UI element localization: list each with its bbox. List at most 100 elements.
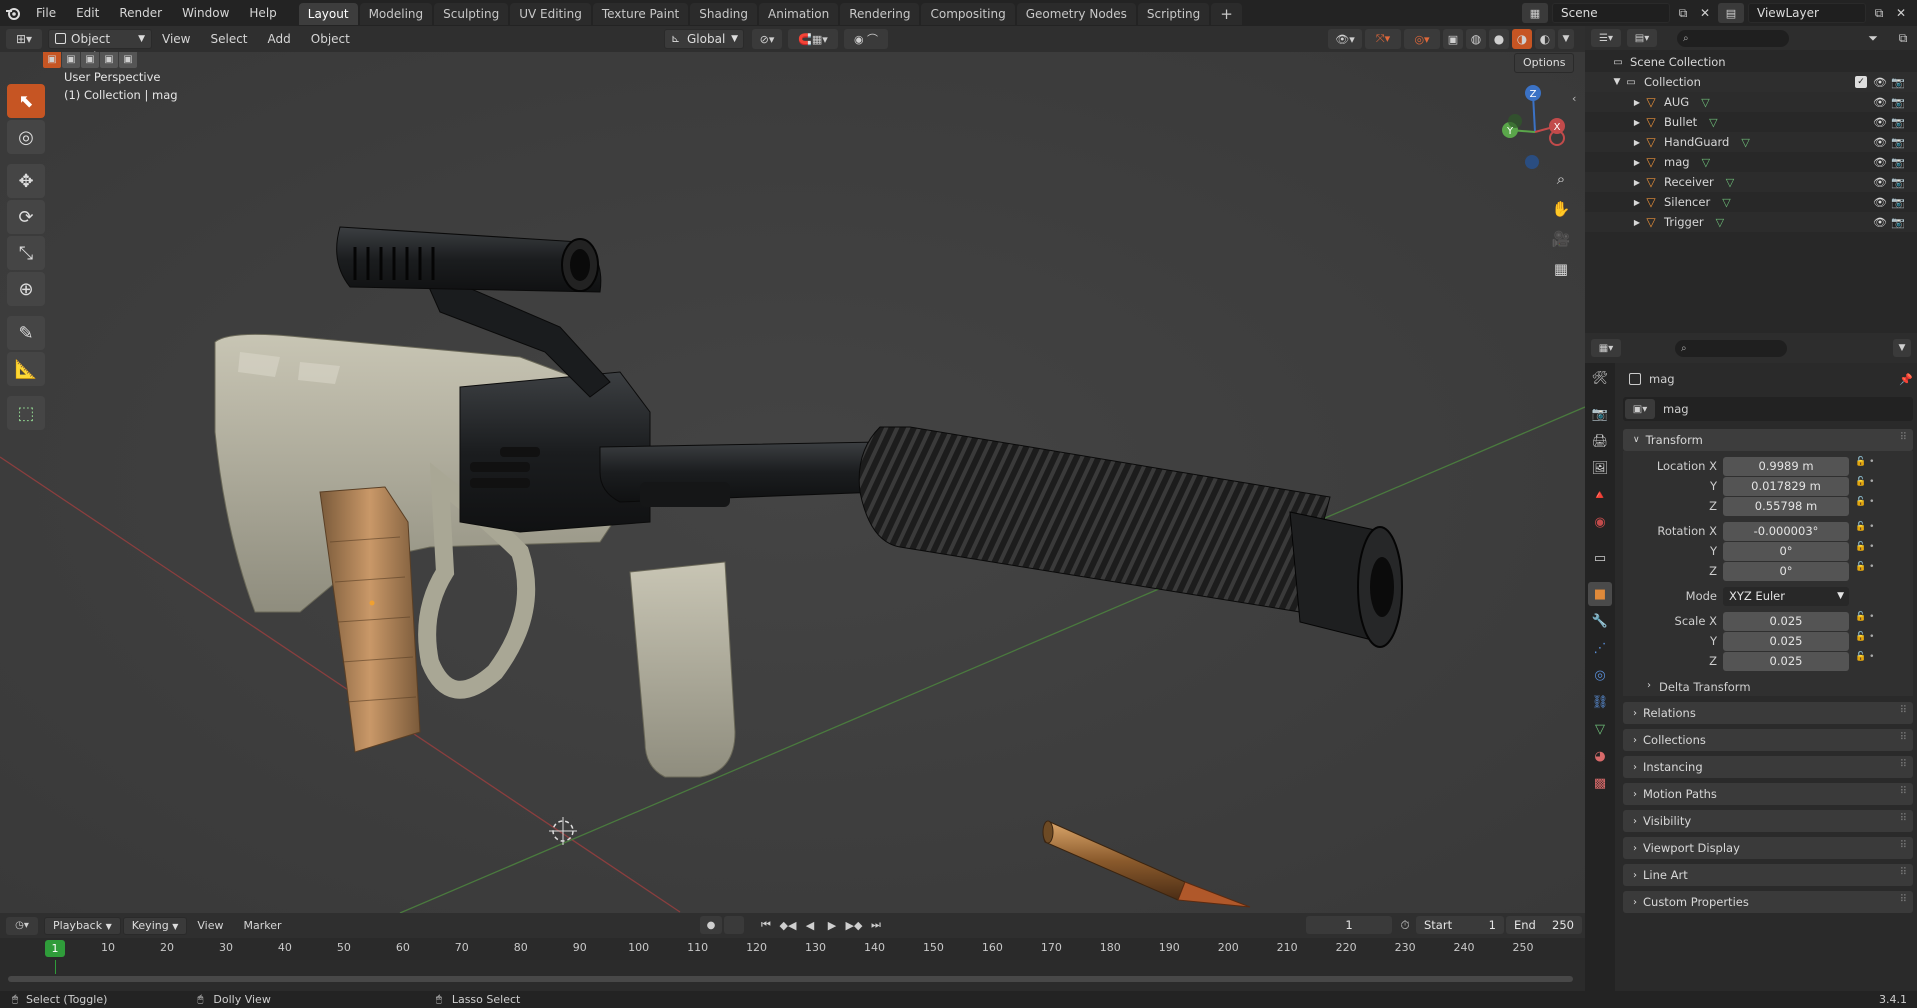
tool-tab-icon[interactable]: 🛠 bbox=[1588, 366, 1612, 390]
options-button[interactable]: Options bbox=[1514, 53, 1575, 73]
visibility-eye-icon[interactable]: 👁 bbox=[1873, 176, 1887, 189]
panel-header-line-art[interactable]: › Line Art ⠿ bbox=[1623, 864, 1913, 886]
end-frame-field[interactable]: End 250 bbox=[1506, 916, 1582, 934]
outliner-item-row[interactable]: ▶ ▽ HandGuard ▽ 👁 📷 bbox=[1585, 132, 1917, 152]
visibility-eye-icon[interactable]: 👁 bbox=[1873, 96, 1887, 109]
tab-shading[interactable]: Shading bbox=[690, 3, 757, 25]
rotation-y-field[interactable]: 0° bbox=[1723, 542, 1849, 561]
drag-handle-icon[interactable]: ⠿ bbox=[1900, 705, 1907, 716]
collection-checkbox-icon[interactable]: ✓ bbox=[1855, 76, 1867, 88]
render-tab-icon[interactable]: 📷 bbox=[1588, 402, 1612, 426]
outliner-item-row[interactable]: ▶ ▽ Receiver ▽ 👁 📷 bbox=[1585, 172, 1917, 192]
xray-toggle-icon[interactable]: ▣ bbox=[1443, 29, 1463, 49]
delta-transform-subpanel[interactable]: › Delta Transform bbox=[1647, 680, 1751, 694]
collapse-sidebar-icon[interactable]: ‹ bbox=[1572, 92, 1576, 105]
zoom-icon[interactable]: ⌕ bbox=[1548, 166, 1574, 192]
select-intersect-icon[interactable]: ▣ bbox=[119, 52, 137, 68]
rotation-mode-selector[interactable]: XYZ Euler ▼ bbox=[1723, 587, 1849, 606]
panel-header-motion-paths[interactable]: › Motion Paths ⠿ bbox=[1623, 783, 1913, 805]
expand-chevron-icon[interactable]: ▶ bbox=[1631, 138, 1643, 147]
jump-end-icon[interactable]: ⏭ bbox=[866, 916, 886, 934]
material-tab-icon[interactable]: ◕ bbox=[1588, 744, 1612, 768]
viewlayer-icon[interactable]: ▤ bbox=[1718, 3, 1744, 23]
render-camera-icon[interactable]: 📷 bbox=[1891, 116, 1905, 129]
move-tool-icon[interactable]: ✥ bbox=[7, 164, 45, 198]
drag-handle-icon[interactable]: ⠿ bbox=[1900, 894, 1907, 905]
select-invert-icon[interactable]: ▣ bbox=[100, 52, 118, 68]
snap-icon[interactable]: 🧲▦▾ bbox=[788, 29, 838, 49]
playhead-marker[interactable]: 1 bbox=[45, 940, 65, 957]
jump-next-keyframe-icon[interactable]: ▶◆ bbox=[844, 916, 864, 934]
mesh-data-icon[interactable]: ▽ bbox=[1702, 156, 1710, 169]
rotation-z-field[interactable]: 0° bbox=[1723, 562, 1849, 581]
pivot-point-icon[interactable]: ⊘▾ bbox=[752, 29, 782, 49]
visibility-eye-icon[interactable]: 👁 bbox=[1873, 216, 1887, 229]
drag-handle-icon[interactable]: ⠿ bbox=[1900, 840, 1907, 851]
mesh-data-icon[interactable]: ▽ bbox=[1722, 196, 1730, 209]
shading-material-icon[interactable]: ◑ bbox=[1512, 29, 1532, 49]
timeline-view-menu[interactable]: View bbox=[187, 913, 233, 939]
scene-icon[interactable]: ▦ bbox=[1522, 3, 1548, 23]
render-camera-icon[interactable]: 📷 bbox=[1891, 136, 1905, 149]
texture-tab-icon[interactable]: ▩ bbox=[1588, 771, 1612, 795]
object-browse-icon[interactable]: ▣▾ bbox=[1625, 399, 1655, 419]
rotate-tool-icon[interactable]: ⟳ bbox=[7, 200, 45, 234]
mesh-data-icon[interactable]: ▽ bbox=[1709, 116, 1717, 129]
blender-logo-icon[interactable] bbox=[0, 0, 26, 26]
camera-view-icon[interactable]: 🎥 bbox=[1548, 226, 1574, 252]
lock-scale-y-icon[interactable]: 🔓 • bbox=[1855, 632, 1874, 651]
mesh-data-icon[interactable]: ▽ bbox=[1701, 96, 1709, 109]
select-extend-icon[interactable]: ▣ bbox=[62, 52, 80, 68]
render-camera-icon[interactable]: 📷 bbox=[1891, 216, 1905, 229]
drag-handle-icon[interactable]: ⠿ bbox=[1900, 813, 1907, 824]
vp-menu-select[interactable]: Select bbox=[200, 26, 257, 52]
tab-compositing[interactable]: Compositing bbox=[921, 3, 1015, 25]
vp-menu-object[interactable]: Object bbox=[301, 26, 360, 52]
timeline-track-area[interactable] bbox=[0, 960, 1585, 991]
panel-header-custom-properties[interactable]: › Custom Properties ⠿ bbox=[1623, 891, 1913, 913]
scale-tool-icon[interactable]: ⤡ bbox=[7, 236, 45, 270]
navigation-gizmo[interactable]: Z Y X bbox=[1495, 82, 1575, 172]
panel-header-relations[interactable]: › Relations ⠿ bbox=[1623, 702, 1913, 724]
select-new-icon[interactable]: ▣ bbox=[43, 52, 61, 68]
viewlayer-selector[interactable]: ViewLayer bbox=[1748, 3, 1866, 23]
transform-orientation-selector[interactable]: ⊾ Global ▼ bbox=[664, 29, 744, 49]
visibility-eye-icon[interactable]: 👁 bbox=[1873, 156, 1887, 169]
tab-rendering[interactable]: Rendering bbox=[840, 3, 920, 25]
tab-uv-editing[interactable]: UV Editing bbox=[510, 3, 591, 25]
expand-chevron-icon[interactable]: ▶ bbox=[1631, 98, 1643, 107]
lock-location-y-icon[interactable]: 🔓 • bbox=[1855, 477, 1874, 496]
new-collection-icon[interactable]: ⧉ bbox=[1893, 31, 1913, 46]
panel-header-instancing[interactable]: › Instancing ⠿ bbox=[1623, 756, 1913, 778]
lock-scale-x-icon[interactable]: 🔓 • bbox=[1855, 612, 1874, 631]
proportional-edit-icon[interactable]: ◉ ⌒ bbox=[844, 29, 888, 49]
transform-panel-header[interactable]: ∨ Transform ⠿ bbox=[1623, 429, 1913, 451]
render-camera-icon[interactable]: 📷 bbox=[1891, 196, 1905, 209]
tab-geometry-nodes[interactable]: Geometry Nodes bbox=[1016, 3, 1136, 25]
jump-prev-keyframe-icon[interactable]: ◆◀ bbox=[778, 916, 798, 934]
measure-tool-icon[interactable]: 📐 bbox=[7, 352, 45, 386]
current-frame-field[interactable]: 1 bbox=[1306, 916, 1392, 934]
timeline-ruler[interactable]: 10 20 30 40 50 60 70 80 90 100 110 120 130 140 150 160 1… bbox=[0, 938, 1585, 960]
playback-menu[interactable]: Playback ▼ bbox=[44, 916, 121, 935]
lock-location-x-icon[interactable]: 🔓 • bbox=[1855, 457, 1874, 476]
vp-menu-add[interactable]: Add bbox=[258, 26, 301, 52]
lock-rotation-y-icon[interactable]: 🔓 • bbox=[1855, 542, 1874, 561]
outliner-scene-collection-row[interactable]: ▭ Scene Collection bbox=[1585, 52, 1917, 72]
render-camera-icon[interactable]: 📷 bbox=[1891, 156, 1905, 169]
scene-selector[interactable]: Scene bbox=[1552, 3, 1670, 23]
particles-tab-icon[interactable]: ⋰ bbox=[1588, 636, 1612, 660]
visibility-eye-icon[interactable]: 👁 bbox=[1873, 136, 1887, 149]
view-layer-tab-icon[interactable]: 🖼 bbox=[1588, 456, 1612, 480]
keying-menu[interactable]: Keying ▼ bbox=[122, 916, 188, 935]
drag-handle-icon[interactable]: ⠿ bbox=[1900, 732, 1907, 743]
start-frame-field[interactable]: Start 1 bbox=[1416, 916, 1504, 934]
world-tab-icon[interactable]: ◉ bbox=[1588, 510, 1612, 534]
drag-handle-icon[interactable]: ⠿ bbox=[1900, 759, 1907, 770]
expand-chevron-icon[interactable]: ▶ bbox=[1631, 218, 1643, 227]
shading-solid-icon[interactable]: ● bbox=[1489, 29, 1509, 49]
physics-tab-icon[interactable]: ◎ bbox=[1588, 663, 1612, 687]
timeline-scrollbar[interactable] bbox=[8, 976, 1573, 982]
gizmo-toggle-icon[interactable]: ⤧▾ bbox=[1365, 29, 1401, 49]
properties-editor-type-icon[interactable]: ▦▾ bbox=[1591, 339, 1621, 357]
